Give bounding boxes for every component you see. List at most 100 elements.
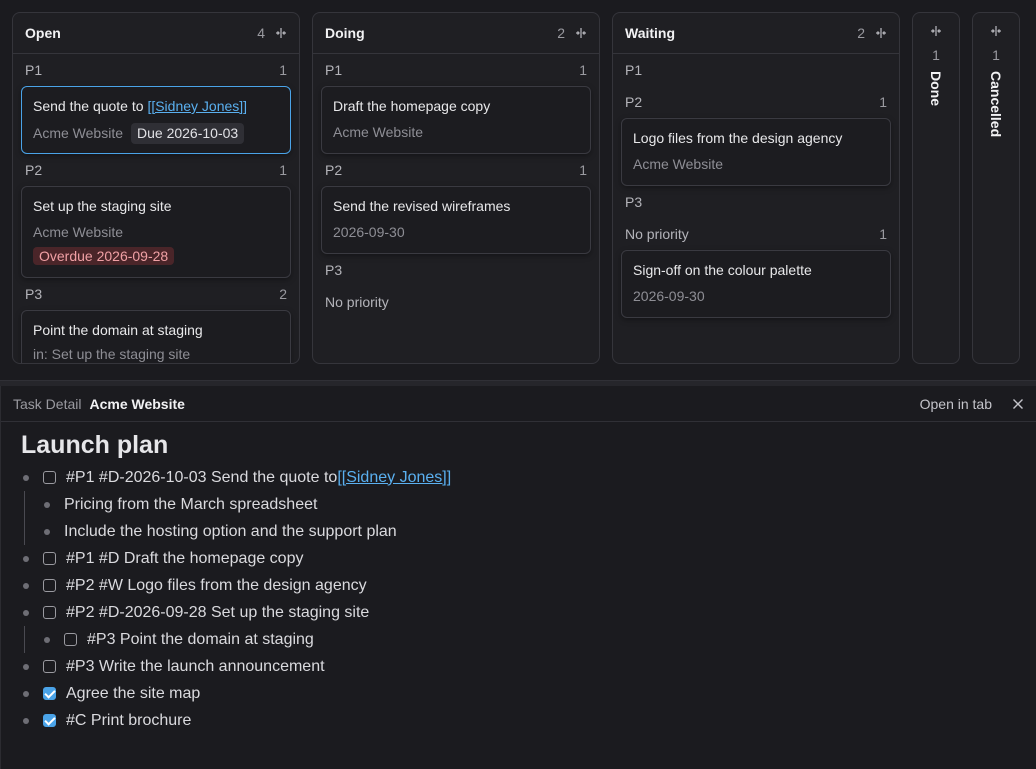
- task-block[interactable]: Agree the site map: [21, 680, 1036, 707]
- block-text: #C Print brochure: [66, 711, 192, 729]
- column-cancelled-collapsed[interactable]: 1 Cancelled: [972, 12, 1020, 364]
- column-count: 2: [557, 25, 565, 41]
- task-block[interactable]: #P3 Write the launch announcement: [21, 653, 1036, 680]
- expand-column-icon[interactable]: [990, 25, 1002, 37]
- column-title: Cancelled: [988, 71, 1004, 138]
- bullet-icon[interactable]: [44, 528, 50, 535]
- block-group: #P2 #D-2026-09-28 Set up the staging sit…: [21, 599, 1036, 653]
- bullet-icon[interactable]: [23, 609, 29, 616]
- group-label: P1: [25, 62, 43, 78]
- task-card[interactable]: Draft the homepage copy Acme Website: [321, 86, 591, 154]
- card-title: Set up the staging site: [33, 198, 172, 214]
- close-icon[interactable]: [1012, 398, 1024, 410]
- task-block[interactable]: #C Print brochure: [21, 707, 1036, 734]
- task-checkbox[interactable]: [43, 606, 56, 619]
- overdue-badge: Overdue 2026-09-28: [33, 247, 175, 265]
- task-card[interactable]: Set up the staging site Acme Website Ove…: [21, 186, 291, 278]
- group-count: 1: [879, 94, 887, 110]
- card-date: 2026-09-30: [633, 288, 705, 304]
- card-date: 2026-09-30: [333, 224, 405, 240]
- group-header-no-priority: No priority 1: [621, 218, 891, 250]
- card-project: Acme Website: [633, 156, 723, 172]
- task-block[interactable]: #P1 #D-2026-10-03 Send the quote to [[Si…: [21, 464, 1036, 491]
- kanban-board: Open 4 P1 1 Send the quote to [[Sidney J…: [0, 0, 1036, 380]
- block-text: Pricing from the March spreadsheet: [64, 495, 318, 513]
- card-title: Point the domain at staging: [33, 322, 203, 338]
- card-title: Send the quote to [[Sidney Jones]]: [33, 97, 279, 116]
- task-card[interactable]: Send the revised wireframes 2026-09-30: [321, 186, 591, 254]
- task-checkbox[interactable]: [43, 660, 56, 673]
- task-checkbox-checked[interactable]: [43, 687, 56, 700]
- detail-header: Task Detail Acme Website Open in tab: [1, 386, 1036, 422]
- group-count: 2: [279, 286, 287, 302]
- task-checkbox[interactable]: [43, 552, 56, 565]
- card-link[interactable]: [[Sidney Jones]]: [147, 98, 247, 114]
- column-open: Open 4 P1 1 Send the quote to [[Sidney J…: [12, 12, 300, 364]
- task-block[interactable]: #P2 #W Logo files from the design agency: [21, 572, 1036, 599]
- column-doing: Doing 2 P1 1 Draft the homepage copy Acm…: [312, 12, 600, 364]
- page-link[interactable]: [[Sidney Jones]]: [337, 469, 451, 487]
- bullet-icon[interactable]: [23, 474, 29, 481]
- document: Launch plan #P1 #D-2026-10-03 Send the q…: [1, 422, 1036, 734]
- group-label: P2: [625, 94, 643, 110]
- child-task-block[interactable]: #P3 Point the domain at staging: [21, 626, 1036, 653]
- task-card[interactable]: Sign-off on the colour palette 2026-09-3…: [621, 250, 891, 318]
- bullet-icon[interactable]: [23, 717, 29, 724]
- block-text: #P1 #D Draft the homepage copy: [66, 549, 304, 567]
- card-title: Send the revised wireframes: [333, 198, 511, 214]
- group-header-no-priority: No priority: [321, 286, 591, 318]
- bullet-icon[interactable]: [23, 555, 29, 562]
- column-header: Doing 2: [313, 13, 599, 54]
- task-checkbox[interactable]: [64, 633, 77, 646]
- group-header-p3: P3: [321, 254, 591, 286]
- expand-column-icon[interactable]: [930, 25, 942, 37]
- column-title: Done: [928, 71, 944, 106]
- child-block[interactable]: Include the hosting option and the suppo…: [21, 518, 1036, 545]
- group-header-p1: P1 1: [21, 54, 291, 86]
- collapse-columns-icon[interactable]: [875, 27, 887, 39]
- task-checkbox-checked[interactable]: [43, 714, 56, 727]
- task-checkbox[interactable]: [43, 471, 56, 484]
- group-label: P1: [325, 62, 343, 78]
- open-in-tab-button[interactable]: Open in tab: [920, 396, 992, 412]
- column-header: Waiting 2: [613, 13, 899, 54]
- task-card[interactable]: Logo files from the design agency Acme W…: [621, 118, 891, 186]
- block-text: Agree the site map: [66, 684, 201, 702]
- card-title: Sign-off on the colour palette: [633, 262, 812, 278]
- card-title: Draft the homepage copy: [333, 98, 491, 114]
- block-text: #P2 #W Logo files from the design agency: [66, 576, 367, 594]
- task-card[interactable]: Point the domain at staging in: Set up t…: [21, 310, 291, 363]
- group-label: No priority: [325, 294, 389, 310]
- detail-tab-label: Task Detail: [13, 395, 82, 412]
- collapse-columns-icon[interactable]: [275, 27, 287, 39]
- bullet-icon[interactable]: [23, 690, 29, 697]
- group-header-p3: P3: [621, 186, 891, 218]
- block-text: #P3 Point the domain at staging: [87, 630, 314, 648]
- collapse-columns-icon[interactable]: [575, 27, 587, 39]
- group-count: 1: [279, 62, 287, 78]
- column-header: Open 4: [13, 13, 299, 54]
- bullet-icon[interactable]: [44, 636, 50, 643]
- task-card[interactable]: Send the quote to [[Sidney Jones]] Acme …: [21, 86, 291, 154]
- group-label: P1: [625, 62, 643, 78]
- task-block[interactable]: #P2 #D-2026-09-28 Set up the staging sit…: [21, 599, 1036, 626]
- bullet-icon[interactable]: [44, 501, 50, 508]
- column-done-collapsed[interactable]: 1 Done: [912, 12, 960, 364]
- child-block[interactable]: Pricing from the March spreadsheet: [21, 491, 1036, 518]
- detail-tab-title: Acme Website: [89, 395, 185, 412]
- bullet-icon[interactable]: [23, 663, 29, 670]
- column-count: 1: [992, 47, 1000, 63]
- due-badge: Due 2026-10-03: [131, 123, 245, 144]
- group-header-p1: P1 1: [321, 54, 591, 86]
- group-label: P2: [325, 162, 343, 178]
- card-project: Acme Website: [333, 124, 423, 140]
- group-header-p2: P2 1: [621, 86, 891, 118]
- task-block[interactable]: #P1 #D Draft the homepage copy: [21, 545, 1036, 572]
- group-header-p2: P2 1: [321, 154, 591, 186]
- block-group: #P1 #D-2026-10-03 Send the quote to [[Si…: [21, 464, 1036, 545]
- block-text: #P3 Write the launch announcement: [66, 657, 325, 675]
- bullet-icon[interactable]: [23, 582, 29, 589]
- column-count: 2: [857, 25, 865, 41]
- task-checkbox[interactable]: [43, 579, 56, 592]
- block-text: #P2 #D-2026-09-28 Set up the staging sit…: [66, 603, 370, 621]
